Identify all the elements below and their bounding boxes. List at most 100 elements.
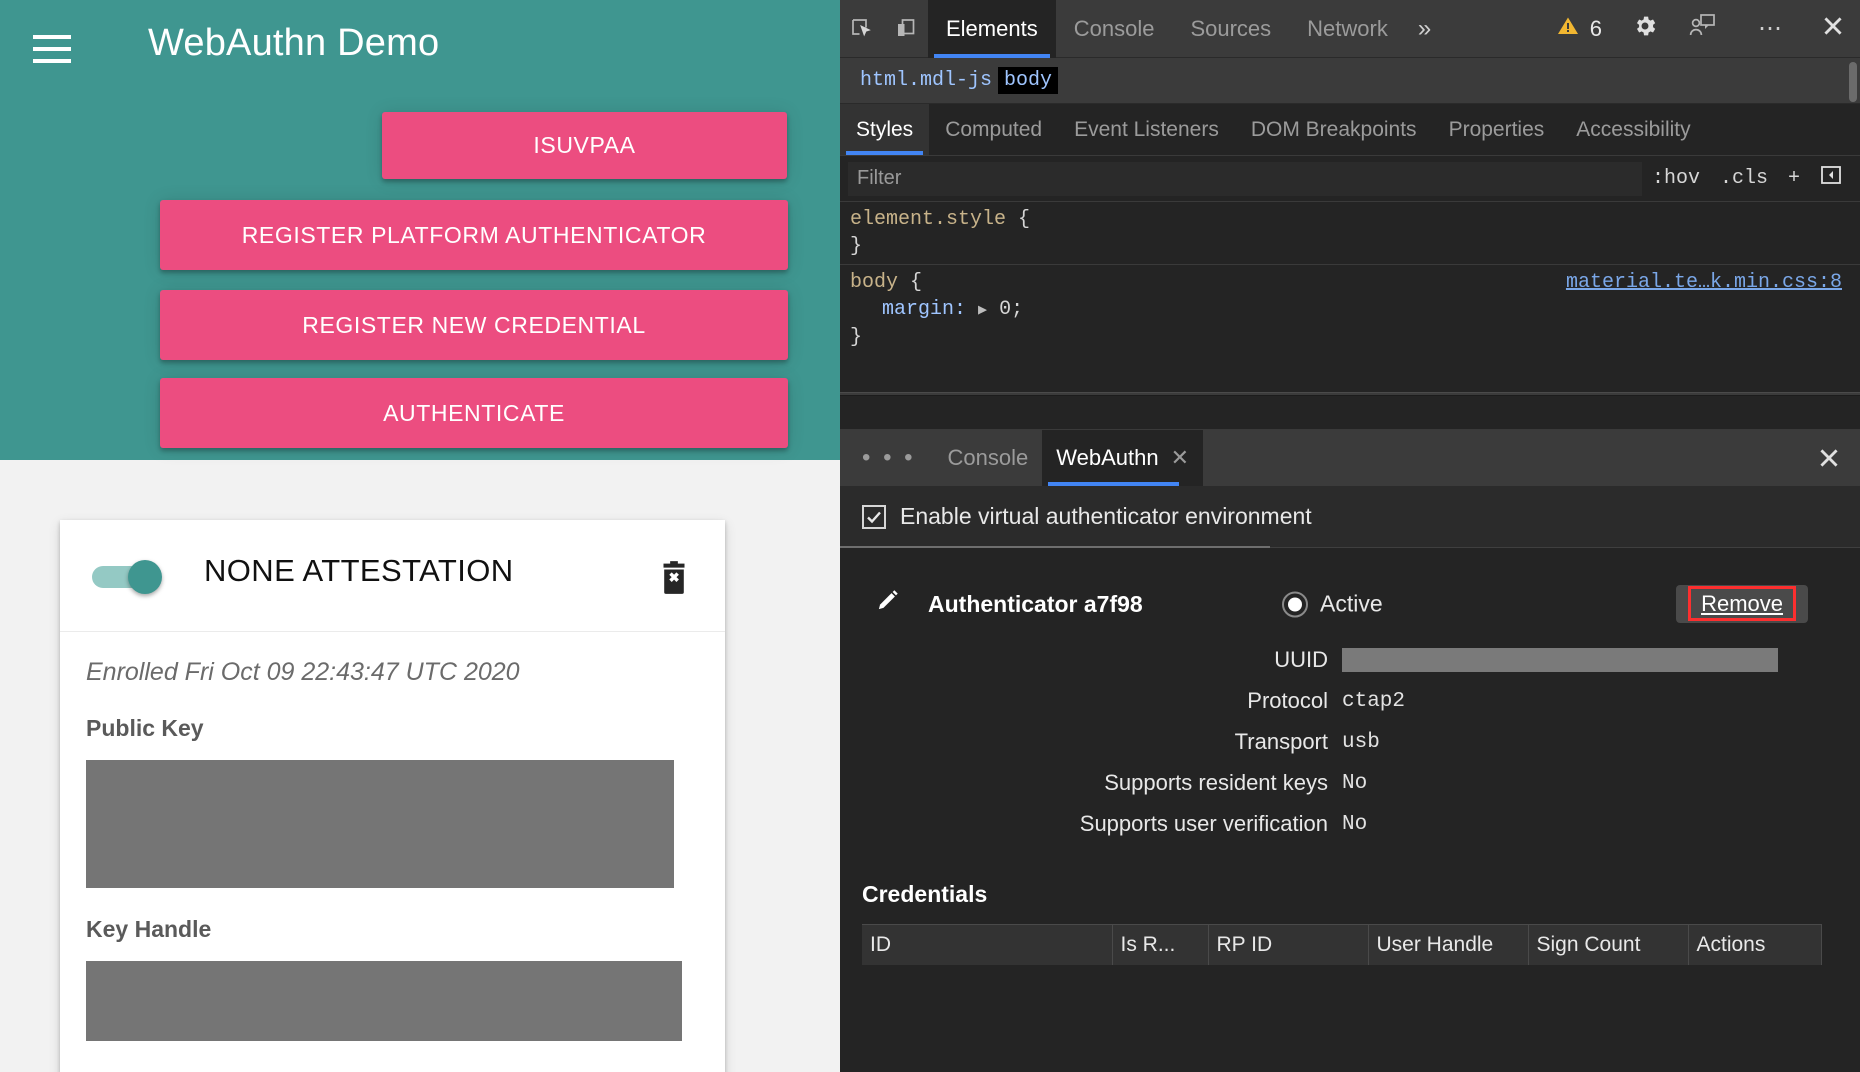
devtools-toolbar: Elements Console Sources Network » 6 ⋯ (840, 0, 1860, 58)
warning-triangle-icon[interactable] (1556, 14, 1580, 44)
property-key: UUID (1274, 647, 1328, 672)
public-key-label: Public Key (86, 715, 204, 741)
drawer-tab-webauthn[interactable]: WebAuthn ✕ (1042, 430, 1204, 486)
filter-input[interactable] (848, 161, 1642, 196)
column-header-is-resident[interactable]: Is R... (1112, 924, 1209, 965)
web-page-viewport: WebAuthn Demo ISUVPAA REGISTER PLATFORM … (0, 0, 840, 1072)
tab-styles[interactable]: Styles (840, 104, 930, 155)
close-icon[interactable]: ✕ (1171, 445, 1189, 471)
css-close-brace: } (850, 235, 863, 258)
credentials-table: ID Is R... RP ID User Handle Sign Count … (862, 924, 1822, 965)
css-open-brace: { (1018, 208, 1031, 231)
column-header-id[interactable]: ID (862, 924, 1113, 965)
devtools-toolbar-right: 6 ⋯ (1556, 13, 1860, 45)
authenticator-properties: UUID Protocol ctap2 Transport usb Suppor… (840, 640, 1860, 844)
enable-virtual-authenticator-label: Enable virtual authenticator environment (900, 503, 1312, 529)
css-selector: body (850, 271, 899, 294)
tab-properties[interactable]: Properties (1433, 104, 1561, 155)
column-header-rp-id[interactable]: RP ID (1208, 924, 1369, 965)
more-options-icon[interactable]: ⋯ (1746, 14, 1794, 43)
drawer-tab-console[interactable]: Console (934, 430, 1043, 486)
expand-triangle-icon[interactable]: ▶ (978, 302, 987, 319)
isuvpaa-button[interactable]: ISUVPAA (382, 112, 787, 179)
hov-button[interactable]: :hov (1642, 167, 1710, 190)
property-value-uuid (1342, 648, 1778, 672)
app-header: WebAuthn Demo ISUVPAA REGISTER PLATFORM … (0, 0, 840, 460)
register-platform-authenticator-button[interactable]: REGISTER PLATFORM AUTHENTICATOR (160, 200, 788, 270)
remove-authenticator-button[interactable]: Remove (1676, 585, 1808, 623)
property-key: Transport (1234, 729, 1328, 754)
column-header-user-handle[interactable]: User Handle (1368, 924, 1529, 965)
register-new-credential-button[interactable]: REGISTER NEW CREDENTIAL (160, 290, 788, 360)
screen-root: WebAuthn Demo ISUVPAA REGISTER PLATFORM … (0, 0, 1860, 1072)
toggle-sidebar-icon[interactable] (1810, 164, 1852, 193)
tab-dom-breakpoints[interactable]: DOM Breakpoints (1235, 104, 1433, 155)
tab-network[interactable]: Network (1289, 0, 1406, 58)
drawer-close-icon[interactable] (1816, 430, 1860, 486)
css-selector: element.style (850, 208, 1007, 231)
pencil-edit-icon[interactable] (874, 588, 900, 620)
radio-active-icon[interactable] (1282, 591, 1308, 617)
styles-rules-pane: element.style { } body { material.te…k.m… (840, 202, 1860, 392)
drawer-tabs: • • • Console WebAuthn ✕ (840, 430, 1860, 486)
device-toolbar-icon[interactable] (884, 8, 928, 50)
devtools-main-tabs: Elements Console Sources Network (928, 0, 1406, 58)
cls-button[interactable]: .cls (1710, 167, 1778, 190)
property-row-transport: Transport usb (840, 722, 1860, 762)
css-rule-body[interactable]: body { material.te…k.min.css:8 margin: ▶… (840, 264, 1860, 355)
remove-authenticator-label: Remove (1701, 591, 1783, 616)
credential-card-header: NONE ATTESTATION (60, 520, 725, 632)
tab-accessibility[interactable]: Accessibility (1560, 104, 1706, 155)
css-source-link[interactable]: material.te…k.min.css:8 (1566, 269, 1842, 296)
column-header-actions[interactable]: Actions (1688, 924, 1822, 965)
styles-pane-tabs: Styles Computed Event Listeners DOM Brea… (840, 104, 1860, 156)
page-title: WebAuthn Demo (148, 22, 440, 64)
credentials-table-header-row: ID Is R... RP ID User Handle Sign Count … (862, 924, 1822, 965)
styles-filter-row: :hov .cls + (840, 156, 1860, 202)
trash-delete-icon[interactable] (653, 558, 695, 600)
tab-sources[interactable]: Sources (1172, 0, 1289, 58)
tab-event-listeners[interactable]: Event Listeners (1058, 104, 1235, 155)
authenticator-state-radio[interactable]: Active (1282, 591, 1383, 618)
authenticator-name: Authenticator a7f98 (928, 590, 1143, 617)
property-value: No (1342, 771, 1368, 795)
property-key: Supports resident keys (1104, 770, 1328, 795)
public-key-value (86, 760, 674, 888)
authenticate-button[interactable]: AUTHENTICATE (160, 378, 788, 448)
breadcrumb-item-html[interactable]: html.mdl-js (854, 67, 998, 94)
more-tabs-icon[interactable]: » (1406, 15, 1443, 43)
attestation-toggle-switch[interactable] (92, 560, 170, 594)
property-key: Supports user verification (1079, 811, 1328, 836)
css-close-brace: } (850, 326, 863, 349)
tab-elements[interactable]: Elements (928, 0, 1056, 58)
toggle-knob (128, 560, 162, 594)
css-property-name[interactable]: margin: (882, 298, 966, 321)
devtools-panel: Elements Console Sources Network » 6 ⋯ h… (840, 0, 1860, 1072)
close-icon[interactable] (1820, 13, 1846, 45)
devtools-scrollbar-thumb[interactable] (1849, 62, 1857, 102)
enable-virtual-authenticator-row[interactable]: Enable virtual authenticator environment (840, 486, 1860, 548)
drawer-more-icon[interactable]: • • • (840, 430, 934, 486)
styles-pane-blank (840, 396, 1860, 430)
css-rule-element-style[interactable]: element.style { } (840, 202, 1860, 264)
hamburger-menu-icon[interactable] (33, 35, 71, 65)
column-header-sign-count[interactable]: Sign Count (1528, 924, 1689, 965)
webauthn-panel-body: Authenticator a7f98 Active Remove UUID P… (840, 548, 1860, 965)
property-row-uuid: UUID (840, 640, 1860, 680)
tab-console[interactable]: Console (1056, 0, 1173, 58)
inspect-element-icon[interactable] (840, 8, 884, 50)
breadcrumb: html.mdl-js body (840, 58, 1860, 104)
css-property-value[interactable]: 0; (999, 298, 1023, 321)
key-handle-value (86, 961, 682, 1041)
property-row-user-verification: Supports user verification No (840, 804, 1860, 844)
enable-virtual-authenticator-checkbox[interactable] (862, 504, 886, 529)
key-handle-label: Key Handle (86, 916, 212, 942)
credential-card: NONE ATTESTATION Enrolled Fri Oct 09 22:… (60, 520, 725, 1072)
gear-icon[interactable] (1632, 13, 1658, 45)
css-open-brace: { (910, 271, 923, 294)
breadcrumb-item-body[interactable]: body (998, 67, 1059, 94)
new-style-rule-button[interactable]: + (1778, 167, 1810, 190)
feedback-person-icon[interactable] (1688, 13, 1716, 45)
enrolled-timestamp: Enrolled Fri Oct 09 22:43:47 UTC 2020 (86, 658, 520, 686)
tab-computed[interactable]: Computed (929, 104, 1058, 155)
